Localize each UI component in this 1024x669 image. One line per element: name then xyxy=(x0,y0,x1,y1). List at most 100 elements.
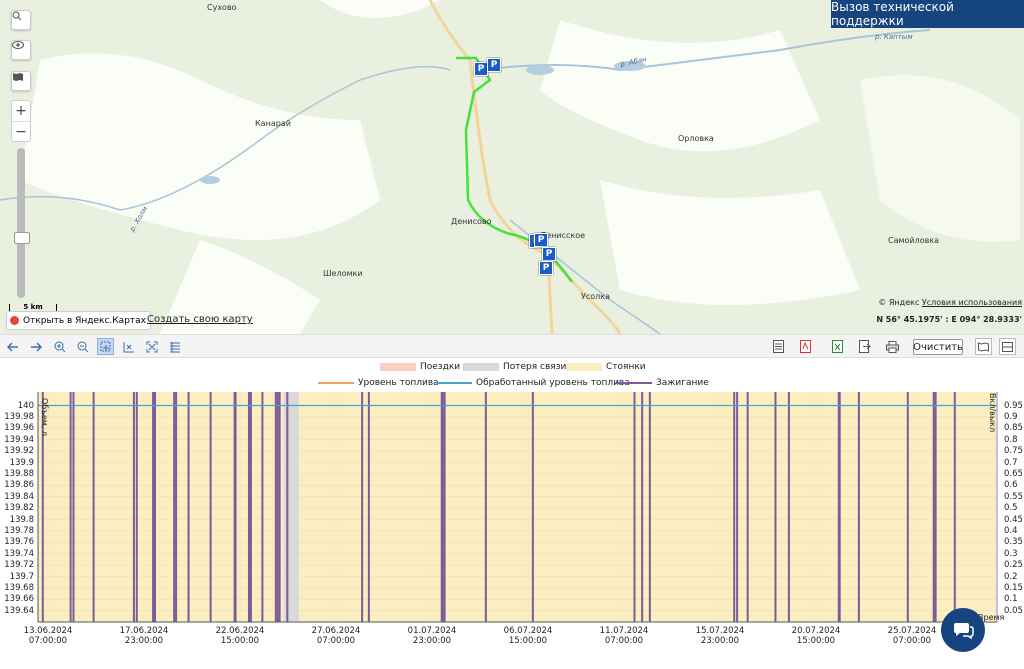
terms-link[interactable]: Условия использования xyxy=(922,298,1022,307)
list-icon[interactable] xyxy=(166,338,183,355)
legend-item[interactable]: Потеря связи xyxy=(463,362,566,372)
export-icon[interactable] xyxy=(856,338,873,355)
chart-grid xyxy=(38,392,997,622)
y-right-tick-label: 0.1 xyxy=(1004,594,1018,605)
y-right-tick-label: 0.5 xyxy=(1004,503,1018,514)
y-right-tick-label: 0.9 xyxy=(1004,411,1018,422)
zoom-in-icon[interactable] xyxy=(51,338,68,355)
legend-item[interactable]: Стоянки xyxy=(566,362,646,372)
legend-item[interactable]: Зажигание xyxy=(616,378,709,388)
fit-icon[interactable] xyxy=(143,338,160,355)
x-tick-date: 13.06.2024 xyxy=(23,626,73,636)
y-tick-label: 139.78 xyxy=(4,525,34,536)
chart-toolbar: Очистить xyxy=(0,334,1024,358)
map-label: Усолка xyxy=(581,292,611,301)
print-icon[interactable] xyxy=(884,338,901,355)
back-icon[interactable] xyxy=(4,338,21,355)
zoom-slider-thumb[interactable] xyxy=(14,232,30,244)
y-right-tick-label: 0.35 xyxy=(1004,537,1023,548)
parking-marker[interactable]: P xyxy=(534,233,548,247)
support-button[interactable]: Вызов технической поддержки xyxy=(831,0,1024,28)
report-icon[interactable] xyxy=(770,338,787,355)
x-tick-date: 06.07.2024 xyxy=(503,626,553,636)
legend-label: Поездки xyxy=(420,362,461,372)
x-tick-label: 25.07.2024 07:00:00 xyxy=(882,626,942,646)
x-tick-date: 15.07.2024 xyxy=(695,626,745,636)
y-right-tick-label: 0.6 xyxy=(1004,480,1018,491)
y-right-tick-label: 0.25 xyxy=(1004,560,1023,571)
map-label: Денисово xyxy=(451,217,492,226)
forward-icon[interactable] xyxy=(27,338,44,355)
parking-marker[interactable]: P xyxy=(487,58,501,72)
x-tick-time: 23:00:00 xyxy=(700,636,740,646)
y-left-title: Объем, л xyxy=(40,398,49,436)
zoom-in-button[interactable]: + xyxy=(12,101,30,121)
y-tick-label: 139.9 xyxy=(9,457,34,468)
y-tick-label: 139.84 xyxy=(4,491,34,502)
map[interactable]: + − Сухово Канарай Орловка Денисово Шело… xyxy=(0,0,1024,334)
ignition-series xyxy=(41,392,956,622)
map-label: Шеломки xyxy=(323,269,363,278)
y-tick-label: 139.86 xyxy=(4,480,34,491)
legend-item[interactable]: Поездки xyxy=(380,362,460,372)
zoom-out-icon[interactable] xyxy=(74,338,91,355)
map-canvas xyxy=(0,0,1024,334)
legend-swatch xyxy=(380,363,416,371)
x-tick-label: 27.06.2024 07:00:00 xyxy=(306,626,366,646)
pdf-icon[interactable] xyxy=(797,338,814,355)
y-tick-label: 140 xyxy=(17,400,34,411)
legend-label: Стоянки xyxy=(606,362,646,372)
y-right-tick-label: 0.85 xyxy=(1004,423,1023,434)
open-yandex-maps-button[interactable]: Открыть в Яндекс.Картах xyxy=(6,311,151,330)
y-right-tick-label: 0.4 xyxy=(1004,525,1018,536)
parking-marker[interactable]: P xyxy=(474,62,488,76)
excel-icon[interactable] xyxy=(829,338,846,355)
x-tick-label: 17.06.2024 23:00:00 xyxy=(114,626,174,646)
x-tick-label: 01.07.2024 23:00:00 xyxy=(402,626,462,646)
zoom-control: + − xyxy=(11,100,31,142)
zoom-slider[interactable] xyxy=(14,148,30,298)
search-icon[interactable] xyxy=(11,10,31,30)
x-tick-date: 25.07.2024 xyxy=(887,626,937,636)
eye-icon[interactable] xyxy=(11,40,31,60)
x-tick-label: 22.06.2024 15:00:00 xyxy=(210,626,270,646)
y-right-tick-label: 0.7 xyxy=(1004,457,1018,468)
legend-item[interactable]: Обработанный уровень топлива xyxy=(436,378,630,388)
split-view-icon[interactable] xyxy=(999,338,1016,355)
x-tick-date: 01.07.2024 xyxy=(407,626,457,636)
parking-marker[interactable]: P xyxy=(539,261,553,275)
y-right-tick-label: 0.8 xyxy=(1004,434,1018,445)
x-tick-time: 15:00:00 xyxy=(508,636,548,646)
y-tick-label: 139.64 xyxy=(4,605,34,616)
y-right-tick-label: 0.45 xyxy=(1004,514,1023,525)
zoom-x-icon[interactable] xyxy=(120,338,137,355)
map-view-icon[interactable] xyxy=(975,338,992,355)
clear-button[interactable]: Очистить xyxy=(913,339,963,355)
x-tick-label: 15.07.2024 23:00:00 xyxy=(690,626,750,646)
y-tick-label: 139.94 xyxy=(4,434,34,445)
y-right-title: Вкл/выкл xyxy=(988,393,997,432)
y-right-tick-label: 0.05 xyxy=(1004,605,1023,616)
zoom-select-icon[interactable] xyxy=(97,338,114,355)
x-tick-label: 06.07.2024 15:00:00 xyxy=(498,626,558,646)
legend-item[interactable]: Уровень топлива xyxy=(318,378,439,388)
legend-line xyxy=(436,382,472,384)
y-tick-label: 139.82 xyxy=(4,503,34,514)
layers-icon[interactable] xyxy=(11,71,31,91)
legend-label: Зажигание xyxy=(656,378,709,388)
x-tick-date: 22.06.2024 xyxy=(215,626,265,636)
x-tick-label: 20.07.2024 15:00:00 xyxy=(786,626,846,646)
chat-icon xyxy=(954,623,974,640)
create-map-link[interactable]: Создать свою карту xyxy=(147,314,253,325)
map-label: Канарай xyxy=(255,119,291,128)
x-tick-label: 11.07.2024 07:00:00 xyxy=(594,626,654,646)
y-tick-label: 139.98 xyxy=(4,411,34,422)
map-label: Сухово xyxy=(207,3,237,12)
parking-marker[interactable]: P xyxy=(542,247,556,261)
y-right-tick-label: 0.2 xyxy=(1004,571,1018,582)
legend-label: Потеря связи xyxy=(503,362,567,372)
y-tick-label: 139.88 xyxy=(4,468,34,479)
zoom-out-button[interactable]: − xyxy=(12,121,30,142)
chat-button[interactable] xyxy=(941,608,985,652)
yandex-logo-icon xyxy=(10,316,19,325)
